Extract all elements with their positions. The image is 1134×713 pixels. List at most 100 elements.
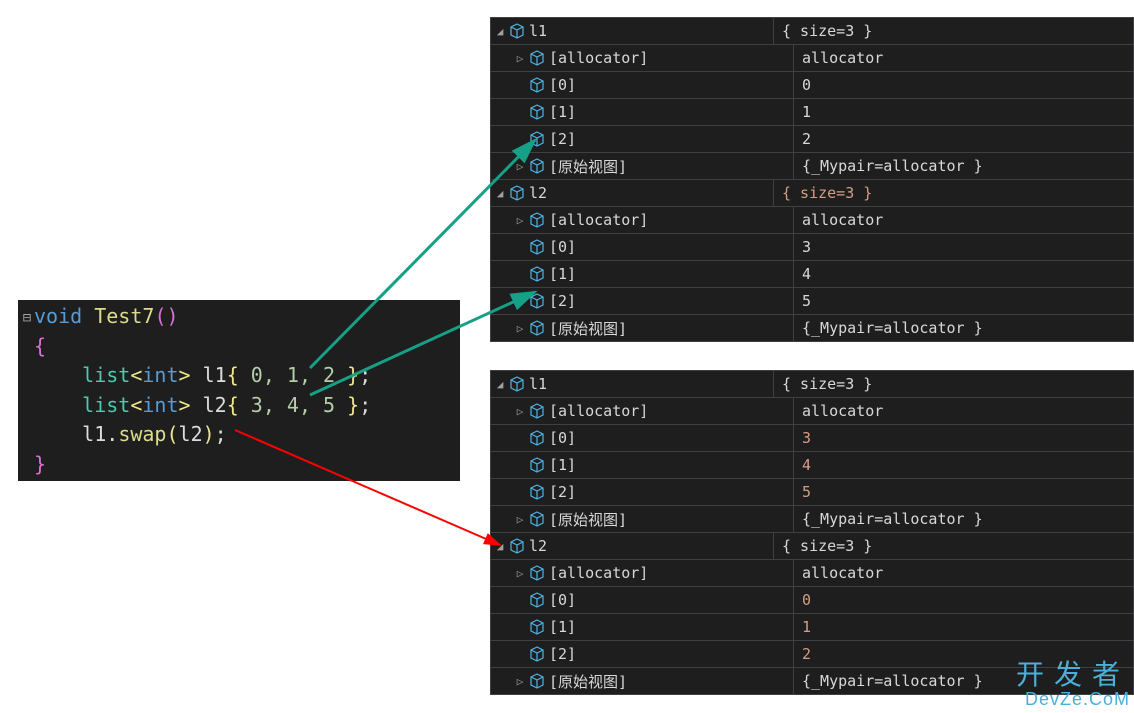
collapse-icon[interactable]: ◢ xyxy=(493,540,507,553)
collapse-icon[interactable]: ⊟ xyxy=(20,304,34,332)
watermark: 开发者 DevZe.CoM xyxy=(1016,661,1130,709)
watch-row[interactable]: ▷[allocator]allocator xyxy=(491,559,1133,586)
variable-name: [1] xyxy=(549,103,576,121)
collapse-icon[interactable]: ◢ xyxy=(493,378,507,391)
expand-icon[interactable]: ▷ xyxy=(513,322,527,335)
object-icon xyxy=(529,457,545,473)
collapse-icon[interactable]: ◢ xyxy=(493,25,507,38)
object-icon xyxy=(509,185,525,201)
watch-row[interactable]: [1]1 xyxy=(491,98,1133,125)
variable-value: 5 xyxy=(794,292,1133,310)
watch-row[interactable]: [0]3 xyxy=(491,424,1133,451)
variable-value: { size=3 } xyxy=(774,537,1133,555)
watch-row[interactable]: [0]0 xyxy=(491,586,1133,613)
variable-name: [原始视图] xyxy=(549,156,627,177)
watch-name-cell[interactable]: [2] xyxy=(491,288,794,314)
watch-name-cell[interactable]: ◢ l2 xyxy=(491,180,774,206)
watch-name-cell[interactable]: ▷[allocator] xyxy=(491,560,794,586)
expand-icon[interactable]: ▷ xyxy=(513,52,527,65)
watch-name-cell[interactable]: [1] xyxy=(491,99,794,125)
variable-value: 4 xyxy=(794,265,1133,283)
variable-name: l1 xyxy=(529,22,547,40)
variable-name: [allocator] xyxy=(549,402,648,420)
watch-panel-after[interactable]: ◢l1{ size=3 }▷[allocator]allocator[0]3[1… xyxy=(490,370,1134,695)
code-line: { xyxy=(20,332,460,362)
collapse-icon[interactable]: ◢ xyxy=(493,187,507,200)
watch-row[interactable]: ▷[原始视图]{_Mypair=allocator } xyxy=(491,152,1133,179)
expand-icon[interactable]: ▷ xyxy=(513,160,527,173)
watch-name-cell[interactable]: ▷ [原始视图] xyxy=(491,506,794,532)
expand-icon[interactable]: ▷ xyxy=(513,405,527,418)
watch-row[interactable]: ◢ l1 { size=3 } xyxy=(491,18,1133,44)
object-icon xyxy=(529,619,545,635)
watch-name-cell[interactable]: ▷[allocator] xyxy=(491,207,794,233)
watch-row[interactable]: [0]3 xyxy=(491,233,1133,260)
watch-row[interactable]: ▷[allocator]allocator xyxy=(491,44,1133,71)
watch-row[interactable]: ▷[原始视图]{_Mypair=allocator } xyxy=(491,314,1133,341)
variable-value: { size=3 } xyxy=(774,22,1133,40)
watch-row[interactable]: [2] 5 xyxy=(491,478,1133,505)
object-icon xyxy=(529,403,545,419)
watch-row[interactable]: [1] 1 xyxy=(491,613,1133,640)
watch-name-cell[interactable]: [2] xyxy=(491,126,794,152)
watch-name-cell[interactable]: [0] xyxy=(491,587,794,613)
watch-row[interactable]: ▷[allocator]allocator xyxy=(491,397,1133,424)
watch-name-cell[interactable]: ◢l2 xyxy=(491,533,774,559)
watch-row[interactable]: [0]0 xyxy=(491,71,1133,98)
variable-value: 1 xyxy=(794,618,1133,636)
variable-name: [1] xyxy=(549,618,576,636)
watch-name-cell[interactable]: [1] xyxy=(491,452,794,478)
expand-icon[interactable]: ▷ xyxy=(513,214,527,227)
watch-name-cell[interactable]: [2] xyxy=(491,479,794,505)
watch-name-cell[interactable]: ◢ l1 xyxy=(491,18,774,44)
watch-row[interactable]: [1] 4 xyxy=(491,260,1133,287)
code-editor[interactable]: ⊟void Test7() { list<int> l1{ 0, 1, 2 };… xyxy=(18,300,460,481)
code-line: } xyxy=(20,450,460,480)
watch-name-cell[interactable]: ▷ [原始视图] xyxy=(491,153,794,179)
variable-name: [allocator] xyxy=(549,49,648,67)
watch-row[interactable]: [1]4 xyxy=(491,451,1133,478)
object-icon xyxy=(529,646,545,662)
watch-name-cell[interactable]: [1] xyxy=(491,614,794,640)
variable-value: {_Mypair=allocator } xyxy=(794,510,1133,528)
variable-name: l1 xyxy=(529,375,547,393)
watch-name-cell[interactable]: [1] xyxy=(491,261,794,287)
watch-name-cell[interactable]: ▷ [allocator] xyxy=(491,45,794,71)
object-icon xyxy=(509,376,525,392)
variable-name: [原始视图] xyxy=(549,509,627,530)
watch-row[interactable]: [2]5 xyxy=(491,287,1133,314)
variable-value: 5 xyxy=(794,483,1133,501)
code-line: l1.swap(l2); xyxy=(20,420,460,450)
variable-name: [2] xyxy=(549,483,576,501)
expand-icon[interactable]: ▷ xyxy=(513,513,527,526)
watch-row[interactable]: ▷ [原始视图] {_Mypair=allocator } xyxy=(491,505,1133,532)
object-icon xyxy=(529,293,545,309)
watch-name-cell[interactable]: [0] xyxy=(491,425,794,451)
watch-panel-before[interactable]: ◢l1{ size=3 }▷[allocator]allocator[0]0[1… xyxy=(490,17,1134,342)
watch-row[interactable]: ◢l2{ size=3 } xyxy=(491,532,1133,559)
variable-name: l2 xyxy=(529,184,547,202)
variable-name: [0] xyxy=(549,238,576,256)
object-icon xyxy=(509,23,525,39)
watch-name-cell[interactable]: [2] xyxy=(491,641,794,667)
object-icon xyxy=(529,104,545,120)
watermark-text: 开发者 xyxy=(1016,661,1130,690)
watch-row[interactable]: ▷[allocator]allocator xyxy=(491,206,1133,233)
variable-value: allocator xyxy=(794,211,1133,229)
variable-name: [1] xyxy=(549,265,576,283)
watch-row[interactable]: [2]2 xyxy=(491,125,1133,152)
watch-name-cell[interactable]: ▷[原始视图] xyxy=(491,315,794,341)
watch-name-cell[interactable]: ▷ [allocator] xyxy=(491,398,794,424)
expand-icon[interactable]: ▷ xyxy=(513,567,527,580)
object-icon xyxy=(529,592,545,608)
watch-row[interactable]: ◢l1{ size=3 } xyxy=(491,371,1133,397)
object-icon xyxy=(529,430,545,446)
watch-name-cell[interactable]: [0] xyxy=(491,234,794,260)
watch-name-cell[interactable]: ◢ l1 xyxy=(491,371,774,397)
variable-value: 0 xyxy=(794,591,1133,609)
variable-name: [0] xyxy=(549,76,576,94)
watch-name-cell[interactable]: ▷[原始视图] xyxy=(491,668,794,694)
watch-row[interactable]: ◢l2{ size=3 } xyxy=(491,179,1133,206)
expand-icon[interactable]: ▷ xyxy=(513,675,527,688)
watch-name-cell[interactable]: [0] xyxy=(491,72,794,98)
